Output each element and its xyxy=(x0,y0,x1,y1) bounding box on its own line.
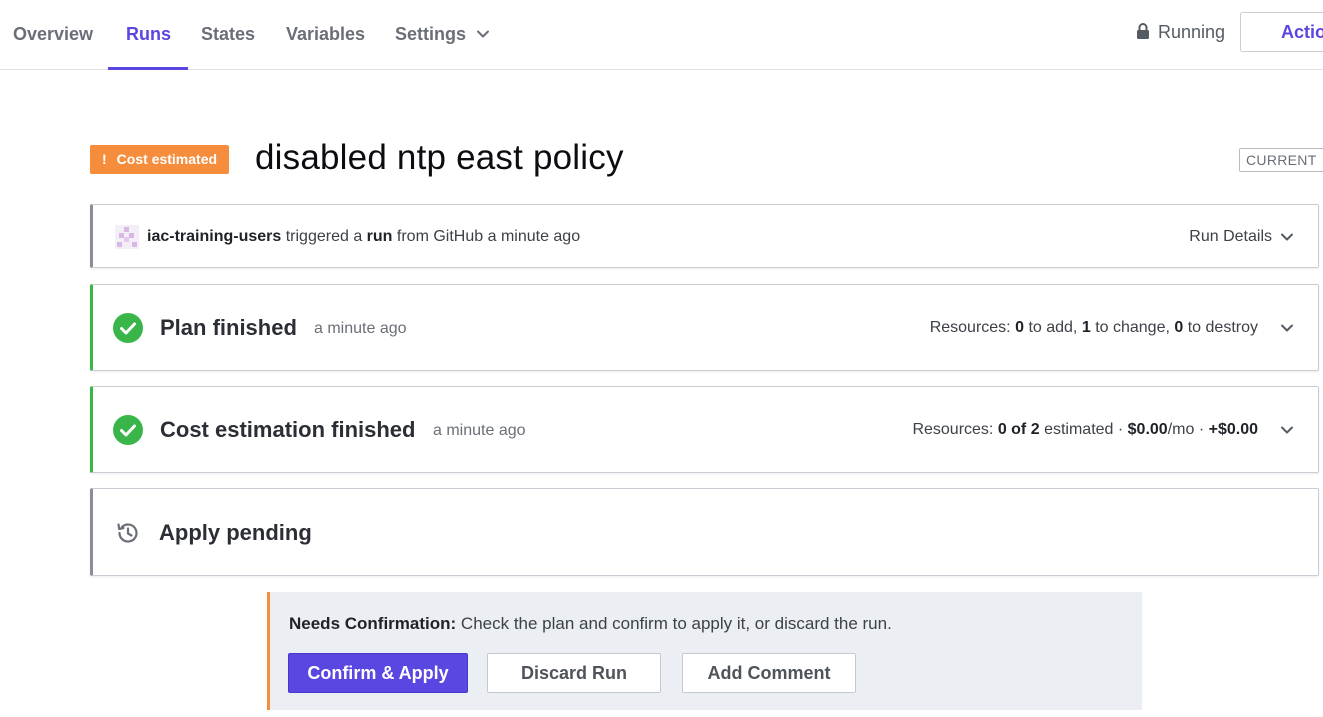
plan-card[interactable]: Plan finished a minute ago Resources: 0 … xyxy=(90,284,1319,371)
plan-title: Plan finished xyxy=(160,315,297,340)
chevron-down-icon[interactable] xyxy=(476,27,490,41)
workspace-nav: Overview Runs States Variables Settings … xyxy=(0,0,1323,70)
confirmation-body: Check the plan and confirm to apply it, … xyxy=(460,614,892,633)
add-count: 0 xyxy=(1015,319,1024,336)
tab-settings[interactable]: Settings xyxy=(395,0,466,69)
apply-title: Apply pending xyxy=(159,520,312,545)
trigger-text-2: from GitHub a minute ago xyxy=(396,228,581,245)
cost-estimation-card[interactable]: Cost estimation finished a minute ago Re… xyxy=(90,386,1319,473)
run-trigger-card[interactable]: iac-training-users triggered a run from … xyxy=(90,204,1319,268)
monthly-unit: /mo · xyxy=(1167,421,1205,438)
resources-label: Resources: xyxy=(929,319,1011,336)
confirm-apply-button[interactable]: Confirm & Apply xyxy=(288,653,468,693)
run-details-toggle[interactable]: Run Details xyxy=(1189,205,1272,269)
chevron-down-icon[interactable] xyxy=(1280,321,1294,335)
cost-time: a minute ago xyxy=(433,422,526,439)
current-tag: CURRENT xyxy=(1239,148,1323,172)
cost-title: Cost estimation finished xyxy=(160,417,416,442)
trigger-description: iac-training-users triggered a run from … xyxy=(147,205,580,269)
trigger-text-1: triggered a xyxy=(285,228,363,245)
tab-variables[interactable]: Variables xyxy=(286,0,365,69)
avatar xyxy=(115,225,139,249)
tab-runs[interactable]: Runs xyxy=(108,0,188,70)
confirmation-message: Needs Confirmation: Check the plan and c… xyxy=(289,614,892,634)
add-comment-button[interactable]: Add Comment xyxy=(682,653,856,693)
warning-icon: ! xyxy=(102,151,107,167)
actions-button[interactable]: Actio xyxy=(1240,12,1323,52)
lock-icon xyxy=(1137,23,1149,39)
check-circle-icon xyxy=(113,313,143,343)
add-label: to add, xyxy=(1028,319,1078,336)
page-title: disabled ntp east policy xyxy=(255,138,624,177)
change-label: to change, xyxy=(1095,319,1170,336)
status-badge-label: Cost estimated xyxy=(116,151,218,167)
tab-overview[interactable]: Overview xyxy=(13,0,93,69)
chevron-down-icon[interactable] xyxy=(1280,230,1294,244)
status-badge: ! Cost estimated xyxy=(90,145,230,174)
trigger-user: iac-training-users xyxy=(147,228,282,245)
trigger-run-word: run xyxy=(366,228,393,245)
change-count: 1 xyxy=(1081,319,1091,336)
cost-resources: Resources: 0 of 2 estimated · $0.00/mo ·… xyxy=(912,387,1258,473)
plan-resources: Resources: 0 to add, 1 to change, 0 to d… xyxy=(930,285,1258,371)
resources-label: Resources: xyxy=(912,421,994,438)
chevron-down-icon[interactable] xyxy=(1280,423,1294,437)
history-icon xyxy=(117,523,138,543)
apply-card: Apply pending xyxy=(90,488,1319,576)
destroy-count: 0 xyxy=(1174,319,1184,336)
confirmation-panel: Needs Confirmation: Check the plan and c… xyxy=(267,592,1142,710)
estimated-label: estimated · xyxy=(1044,421,1124,438)
cost-delta: +$0.00 xyxy=(1208,421,1258,438)
confirmation-heading: Needs Confirmation: xyxy=(289,614,457,633)
monthly-cost: $0.00 xyxy=(1127,421,1168,438)
estimated-count: 0 of 2 xyxy=(997,421,1040,438)
check-circle-icon xyxy=(113,415,143,445)
workspace-status: Running xyxy=(1158,22,1226,42)
discard-run-button[interactable]: Discard Run xyxy=(487,653,661,693)
plan-time: a minute ago xyxy=(314,320,407,337)
tab-states[interactable]: States xyxy=(201,0,255,69)
destroy-label: to destroy xyxy=(1187,319,1258,336)
